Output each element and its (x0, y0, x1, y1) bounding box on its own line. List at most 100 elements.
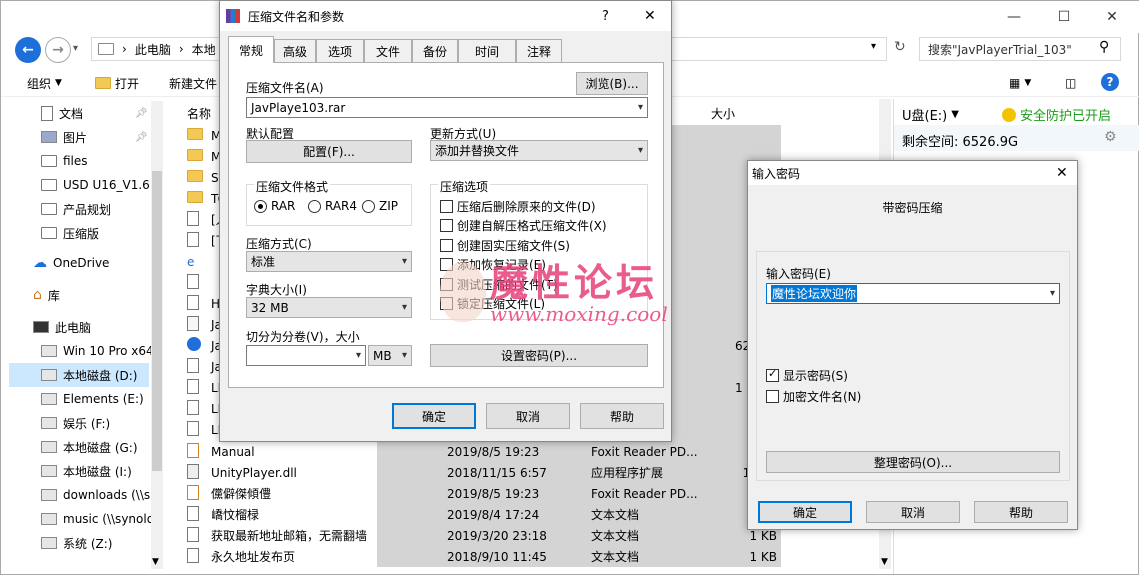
split-unit-value: MB (373, 348, 392, 363)
scroll-down-icon[interactable]: ▼ (881, 557, 888, 567)
open-button[interactable]: 打开 (95, 73, 139, 93)
option-create-sfx[interactable]: 创建自解压格式压缩文件(X) (440, 217, 607, 234)
pin-icon[interactable]: 📌︎ (135, 108, 148, 119)
drive-icon (41, 345, 57, 357)
encrypt-filenames-checkbox[interactable]: 加密文件名(N) (766, 388, 861, 405)
minimize-icon[interactable]: — (991, 1, 1037, 33)
rar-ok-button[interactable]: 确定 (392, 403, 476, 429)
recent-dropdown-icon[interactable]: ▾ (73, 43, 78, 54)
sidebar-item-drive-e[interactable]: Elements (E:) (41, 387, 144, 411)
file-row[interactable]: 嶠忟榴椂2019/8/4 17:24文本文档1 (181, 504, 781, 525)
pin-icon[interactable]: 📌︎ (135, 132, 148, 143)
sidebar-item-usd[interactable]: USD U16_V1.61 (41, 173, 161, 197)
file-date: 2019/8/4 17:24 (447, 507, 540, 522)
new-folder-button[interactable]: 新建文件 (169, 73, 217, 93)
address-sep-icon: › (122, 42, 127, 56)
profiles-button[interactable]: 配置(F)... (246, 140, 412, 163)
sidebar-item-drive-f[interactable]: 娱乐 (F:) (41, 411, 110, 435)
forward-arrow-icon[interactable]: → (45, 37, 71, 63)
drive-selector[interactable]: U盘(E:) ▼ (902, 105, 959, 124)
library-icon: ⌂ (33, 287, 42, 303)
sidebar-item-music[interactable]: music (\\synolo (41, 507, 153, 531)
file-row[interactable]: 儻僻傑傾僼2019/8/5 19:23Foxit Reader PD...52 (181, 483, 781, 504)
file-date: 2019/3/20 23:18 (447, 528, 547, 543)
organize-button[interactable]: 组织 ▼ (27, 73, 62, 93)
rar-close-icon[interactable]: ✕ (644, 8, 656, 24)
tab-advanced[interactable]: 高级 (274, 39, 316, 63)
sidebar-item-files[interactable]: files (41, 149, 88, 173)
scroll-down-icon[interactable]: ▼ (152, 557, 159, 567)
gear-icon[interactable]: ⚙ (1104, 129, 1117, 145)
radio-icon (308, 199, 321, 213)
address-crumb-drive[interactable]: 本地 (192, 41, 216, 58)
show-password-checkbox[interactable]: 显示密码(S) (766, 367, 848, 384)
update-mode-select[interactable]: 添加并替换文件 ▾ (430, 140, 648, 161)
format-rar4-radio[interactable]: RAR4 (308, 199, 357, 213)
document-icon (187, 273, 199, 289)
sidebar-item-system-z[interactable]: 系统 (Z:) (41, 531, 112, 555)
split-size-input[interactable]: ▾ (246, 345, 366, 366)
tab-general[interactable]: 常规 (228, 36, 274, 63)
sidebar-item-drive-c[interactable]: Win 10 Pro x64 (41, 339, 153, 363)
password-input[interactable]: 魔性论坛欢迎你 ▾ (766, 283, 1060, 304)
help-icon[interactable]: ? (1101, 73, 1119, 91)
sidebar-item-this-pc[interactable]: 此电脑 (33, 315, 91, 339)
pwd-close-icon[interactable]: ✕ (1056, 165, 1068, 181)
tab-backup[interactable]: 备份 (412, 39, 458, 63)
sidebar-item-drive-g[interactable]: 本地磁盘 (G:) (41, 435, 138, 459)
file-row[interactable]: 获取最新地址邮箱，无需翻墙 2019/3/20 23:18 文本文档 1 KB (181, 525, 781, 546)
sidebar-item-library[interactable]: ⌂ 库 (33, 283, 60, 307)
pwd-cancel-button[interactable]: 取消 (866, 501, 960, 523)
rar-help-button[interactable]: 帮助 (580, 403, 664, 429)
sidebar-item-downloads[interactable]: downloads (\\s (41, 483, 153, 507)
file-type: 文本文档 (591, 550, 640, 564)
cloud-icon: ☁ (33, 255, 47, 271)
file-row[interactable]: 永久地址发布页 2018/9/10 11:45 文本文档 1 KB (181, 546, 781, 567)
watermark-url: www.moxing.cool (490, 302, 668, 326)
view-options-icon[interactable]: ▦ ▼ (1009, 73, 1031, 93)
rar-cancel-button[interactable]: 取消 (486, 403, 570, 429)
address-crumb-pc[interactable]: 此电脑 (135, 41, 171, 58)
refresh-icon[interactable]: ↻ (894, 39, 906, 55)
close-icon[interactable]: ✕ (1089, 1, 1135, 33)
pwd-help-button[interactable]: 帮助 (974, 501, 1068, 523)
format-zip-radio[interactable]: ZIP (362, 199, 398, 213)
dictionary-size-select[interactable]: 32 MB ▾ (246, 297, 412, 318)
set-password-button[interactable]: 设置密码(P)... (430, 344, 648, 367)
archive-name-input[interactable]: JavPlaye103.rar ▾ (246, 97, 648, 118)
file-row[interactable]: UnityPlayer.dll2018/11/15 6:57应用程序扩展17,4… (181, 462, 781, 483)
app-icon (187, 337, 201, 351)
sidebar-item-drive-i[interactable]: 本地磁盘 (I:) (41, 459, 132, 483)
address-dropdown-icon[interactable]: ▾ (871, 41, 876, 52)
maximize-icon[interactable]: ☐ (1041, 1, 1087, 33)
sidebar-item-compressed[interactable]: 压缩版 (41, 221, 99, 245)
sidebar-item-drive-d[interactable]: 本地磁盘 (D:) (9, 363, 149, 387)
preview-pane-icon[interactable]: ◫ (1065, 73, 1076, 93)
file-row[interactable]: Manual2019/8/5 19:23Foxit Reader PD...30 (181, 441, 781, 462)
search-input[interactable]: 搜索"JavPlayerTrial_103" (919, 37, 1121, 61)
browse-button[interactable]: 浏览(B)... (576, 72, 648, 95)
sidebar-item-onedrive[interactable]: ☁ OneDrive (33, 251, 109, 275)
organize-passwords-button[interactable]: 整理密码(O)... (766, 451, 1060, 473)
rar-help-icon[interactable]: ? (602, 9, 609, 24)
sidebar-label: 系统 (Z:) (63, 536, 113, 551)
sidebar-item-product[interactable]: 产品规划 (41, 197, 111, 221)
tab-options[interactable]: 选项 (316, 39, 364, 63)
sidebar-scroll-thumb[interactable] (152, 171, 162, 471)
tab-files[interactable]: 文件 (364, 39, 412, 63)
back-arrow-icon[interactable]: ← (15, 37, 41, 63)
pdf-icon (187, 442, 199, 458)
sidebar-item-pictures[interactable]: 图片 📌︎ (41, 125, 148, 149)
compression-method-select[interactable]: 标准 ▾ (246, 251, 412, 272)
split-unit-select[interactable]: MB ▾ (368, 345, 412, 366)
format-rar-radio[interactable]: RAR (254, 199, 295, 213)
document-icon (187, 294, 199, 310)
format-label: RAR (271, 199, 296, 213)
sidebar-label: files (63, 154, 88, 168)
pwd-ok-button[interactable]: 确定 (758, 501, 852, 523)
tab-time[interactable]: 时间 (458, 39, 516, 63)
tab-comment[interactable]: 注释 (516, 39, 562, 63)
search-icon[interactable]: ⚲ (1099, 39, 1109, 55)
option-delete-after[interactable]: 压缩后删除原来的文件(D) (440, 198, 596, 215)
sidebar-item-documents[interactable]: 文档 📌︎ (41, 101, 148, 125)
